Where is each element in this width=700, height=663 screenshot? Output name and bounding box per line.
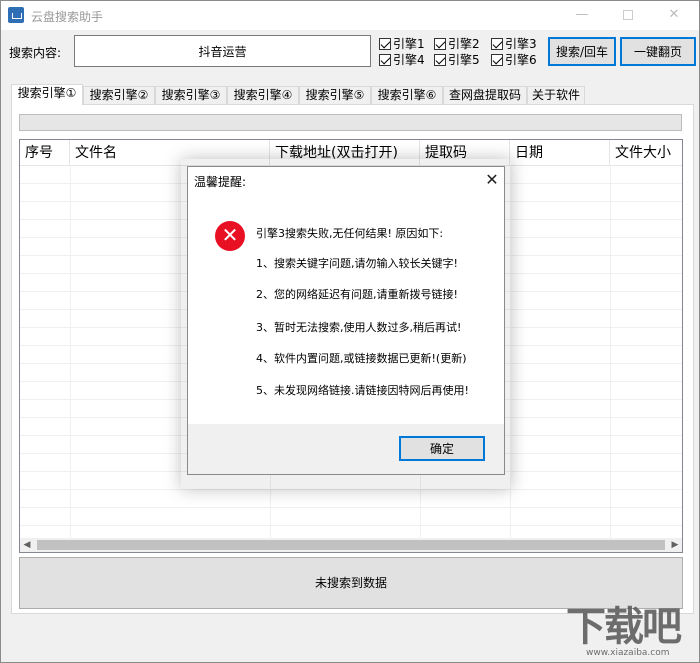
engine-5-checkbox[interactable]: 引擎5	[434, 53, 480, 67]
tab-engine-2[interactable]: 搜索引擎②	[83, 86, 155, 104]
engine-6-checkbox[interactable]: 引擎6	[491, 53, 537, 67]
horizontal-scrollbar[interactable]: ◀ ▶	[20, 538, 682, 552]
engine-4-checkbox[interactable]: 引擎4	[379, 53, 425, 67]
dialog-title: 温馨提醒:	[194, 175, 247, 189]
tab-about[interactable]: 关于软件	[527, 86, 585, 104]
ok-button[interactable]: 确定	[399, 436, 485, 461]
maximize-icon	[623, 9, 633, 20]
column-divider	[610, 166, 611, 540]
engine-2-checkbox[interactable]: 引擎2	[434, 37, 480, 51]
checkbox-checked-icon	[434, 38, 446, 50]
scroll-right-icon[interactable]: ▶	[668, 538, 682, 552]
tab-engine-4[interactable]: 搜索引擎④	[227, 86, 299, 104]
tab-engine-3[interactable]: 搜索引擎③	[155, 86, 227, 104]
tab-engine-5[interactable]: 搜索引擎⑤	[299, 86, 371, 104]
alert-dialog: 温馨提醒: ✕ ✕ 引擎3搜索失败,无任何结果! 原因如下: 1、搜索关键字问题…	[187, 166, 505, 475]
dialog-message-line: 2、您的网络延迟有问题,请重新拨号链接!	[256, 288, 458, 301]
checkbox-checked-icon	[379, 54, 391, 66]
dialog-message-line: 5、未发现网络链接.请链接因特网后再使用!	[256, 384, 469, 397]
engine-3-checkbox[interactable]: 引擎3	[491, 37, 537, 51]
column-divider	[70, 166, 71, 540]
cloud-app-icon	[8, 7, 24, 23]
watermark-url: www.xiazaiba.com	[586, 648, 670, 658]
scroll-left-icon[interactable]: ◀	[20, 538, 34, 552]
watermark-logo: 下载吧 www.xiazaiba.com	[566, 606, 696, 661]
close-window-button[interactable]: ✕	[651, 1, 697, 30]
column-header-index[interactable]: 序号	[20, 140, 70, 166]
progress-bar	[19, 114, 682, 131]
minimize-button[interactable]: —	[559, 1, 605, 30]
scroll-thumb[interactable]	[37, 540, 665, 550]
watermark-text: 下载吧	[566, 604, 682, 650]
dialog-close-button[interactable]: ✕	[478, 167, 506, 193]
tab-extract-code[interactable]: 查网盘提取码	[443, 86, 527, 104]
search-label: 搜索内容:	[9, 46, 62, 60]
window-title: 云盘搜索助手	[31, 10, 104, 24]
dialog-message-line: 3、暂时无法搜索,使用人数过多,稍后再试!	[256, 321, 462, 334]
tab-engine-6[interactable]: 搜索引擎⑥	[371, 86, 443, 104]
error-icon: ✕	[215, 221, 245, 251]
dialog-message-line: 1、搜索关键字问题,请勿输入较长关键字!	[256, 257, 458, 270]
checkbox-checked-icon	[434, 54, 446, 66]
checkbox-checked-icon	[491, 54, 503, 66]
app-window: 云盘搜索助手 — ✕ 搜索内容: 引擎1 引擎2 引擎3 引擎4 引擎5 引擎6…	[0, 0, 700, 663]
dialog-message-line: 4、软件内置问题,或链接数据已更新!(更新)	[256, 352, 467, 365]
page-turn-button[interactable]: 一键翻页	[620, 37, 696, 66]
title-bar[interactable]: 云盘搜索助手 — ✕	[1, 1, 699, 30]
search-input[interactable]	[74, 35, 371, 67]
column-header-date[interactable]: 日期	[510, 140, 610, 166]
engine-1-checkbox[interactable]: 引擎1	[379, 37, 425, 51]
search-button[interactable]: 搜索/回车	[548, 37, 616, 66]
status-message: 未搜索到数据	[19, 557, 683, 609]
maximize-button[interactable]	[605, 1, 651, 30]
checkbox-checked-icon	[379, 38, 391, 50]
checkbox-checked-icon	[491, 38, 503, 50]
dialog-footer: 确定	[188, 424, 504, 474]
column-header-file-size[interactable]: 文件大小	[610, 140, 682, 166]
tab-engine-1[interactable]: 搜索引擎①	[11, 84, 83, 105]
dialog-message-line: 引擎3搜索失败,无任何结果! 原因如下:	[256, 227, 444, 240]
